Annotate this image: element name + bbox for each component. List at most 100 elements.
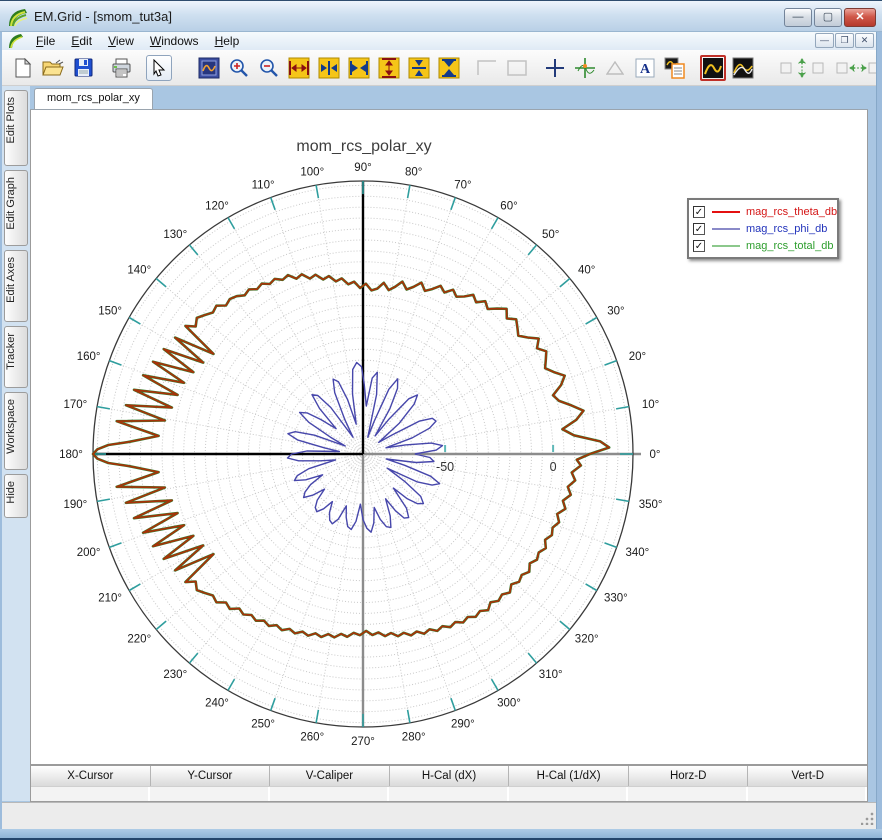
legend-checkbox-total[interactable]: ✓ [693,239,705,252]
cell-horz-d [628,787,748,801]
v-spacing-icon[interactable] [780,55,824,81]
svg-text:270°: 270° [351,736,375,748]
menu-bar: File Edit View Windows Help — ❐ ✕ [2,32,880,50]
tracker-icon[interactable] [572,55,598,81]
svg-text:70°: 70° [454,179,471,191]
col-h-cal-dx: H-Cal (dX) [390,766,510,786]
toolbar: A Layout [2,50,880,86]
legend-line-theta [712,210,740,213]
shrink-y-icon[interactable] [406,55,432,81]
sidebar-tab-edit-graph[interactable]: Edit Graph [4,170,28,246]
compress-y-icon[interactable] [436,55,462,81]
h-spacing-icon[interactable] [836,55,880,81]
marker-frame-icon[interactable] [504,55,530,81]
mdi-close-button[interactable]: ✕ [855,33,874,48]
svg-text:90°: 90° [354,162,371,174]
single-plot-icon[interactable] [700,54,726,81]
col-horz-d: Horz-D [629,766,749,786]
svg-text:30°: 30° [607,306,624,318]
menu-view[interactable]: View [100,33,142,49]
shrink-x-icon[interactable] [316,55,342,81]
mdi-restore-button[interactable]: ❐ [835,33,854,48]
sidebar-tab-workspace[interactable]: Workspace [4,392,28,470]
svg-text:10°: 10° [642,399,659,411]
minimize-button[interactable]: — [784,8,812,27]
svg-text:60°: 60° [500,201,517,213]
svg-text:20°: 20° [629,351,646,363]
col-y-cursor: Y-Cursor [151,766,271,786]
plot-panel: 0° 10° 20° 30° 40° 50° 60° 70° 80° 90° 100° 110° 120… [30,110,868,765]
cursor-table-row [31,786,867,801]
chart-legend[interactable]: ✓ mag_rcs_theta_db ✓ mag_rcs_phi_db ✓ ma… [687,198,839,259]
marker-box-icon[interactable] [474,55,500,81]
open-file-icon[interactable] [40,55,66,81]
crosshair-icon[interactable] [542,55,568,81]
expand-x-icon[interactable] [286,55,312,81]
tab-strip: mom_rcs_polar_xy [30,86,870,110]
save-icon[interactable] [70,55,96,81]
legend-label-theta: mag_rcs_theta_db [746,205,838,218]
resize-grip[interactable] [861,812,874,825]
menu-edit[interactable]: Edit [63,33,100,49]
window-border-bottom [0,829,882,840]
col-vert-d: Vert-D [791,770,825,782]
maximize-button[interactable]: ▢ [814,8,842,27]
status-bar [0,802,882,829]
svg-text:160°: 160° [77,351,101,363]
col-h-cal-1dx: H-Cal (1/dX) [509,766,629,786]
mdi-minimize-button[interactable]: — [815,33,834,48]
cursor-table: X-Cursor Y-Cursor V-Caliper H-Cal (dX) H… [30,765,868,802]
legend-line-total [712,244,740,247]
svg-text:120°: 120° [205,201,229,213]
svg-text:210°: 210° [98,593,122,605]
window-title: EM.Grid - [smom_tut3a] [34,9,172,24]
svg-text:180°: 180° [59,449,83,461]
svg-text:140°: 140° [127,265,151,277]
svg-text:40°: 40° [578,265,595,277]
sidebar-tab-hide[interactable]: Hide [4,474,28,518]
svg-text:220°: 220° [127,634,151,646]
legend-checkbox-theta[interactable]: ✓ [693,205,705,218]
legend-row-phi: ✓ mag_rcs_phi_db [693,220,831,237]
svg-text:340°: 340° [626,547,650,559]
tab-mom-rcs-polar-xy[interactable]: mom_rcs_polar_xy [34,88,153,110]
new-file-icon[interactable] [10,55,36,81]
svg-text:50°: 50° [542,229,559,241]
menu-windows[interactable]: Windows [142,33,207,49]
mirror-x-icon[interactable] [346,55,372,81]
legend-row-total: ✓ mag_rcs_total_db [693,237,833,254]
menu-file[interactable]: File [28,33,63,49]
multi-plot-icon[interactable] [730,55,756,81]
sidebar-tab-edit-axes[interactable]: Edit Axes [4,250,28,322]
text-label-icon[interactable]: A [632,55,658,81]
svg-text:250°: 250° [251,719,275,731]
menu-help[interactable]: Help [207,33,248,49]
document-app-icon[interactable] [8,33,24,49]
expand-y-icon[interactable] [376,55,402,81]
svg-text:0°: 0° [650,449,661,461]
legend-toggle-icon[interactable] [662,55,688,81]
svg-text:-50: -50 [436,460,454,474]
pointer-select-button[interactable] [146,54,172,81]
print-icon[interactable] [108,55,134,81]
close-button[interactable]: ✕ [844,8,876,27]
zoom-region-icon[interactable] [196,55,222,81]
sidebar-tab-tracker[interactable]: Tracker [4,326,28,388]
menu-items: File Edit View Windows Help [28,32,247,50]
cell-y-cursor [150,787,270,801]
cell-h-cal-1dx [508,787,629,801]
zoom-out-icon[interactable] [256,55,282,81]
svg-text:A: A [640,62,651,77]
cell-v-caliper [269,787,390,801]
cursor-table-header: X-Cursor Y-Cursor V-Caliper H-Cal (dX) H… [31,766,867,786]
legend-checkbox-phi[interactable]: ✓ [693,222,705,235]
svg-text:170°: 170° [64,399,88,411]
svg-text:330°: 330° [604,593,628,605]
caliper-triangle-icon[interactable] [602,55,628,81]
sidebar: Edit Plots Edit Graph Edit Axes Tracker … [2,86,30,801]
sidebar-tab-edit-plots[interactable]: Edit Plots [4,90,28,166]
zoom-in-icon[interactable] [226,55,252,81]
svg-text:350°: 350° [639,499,663,511]
cell-h-cal-dx [389,787,509,801]
svg-text:200°: 200° [77,547,101,559]
